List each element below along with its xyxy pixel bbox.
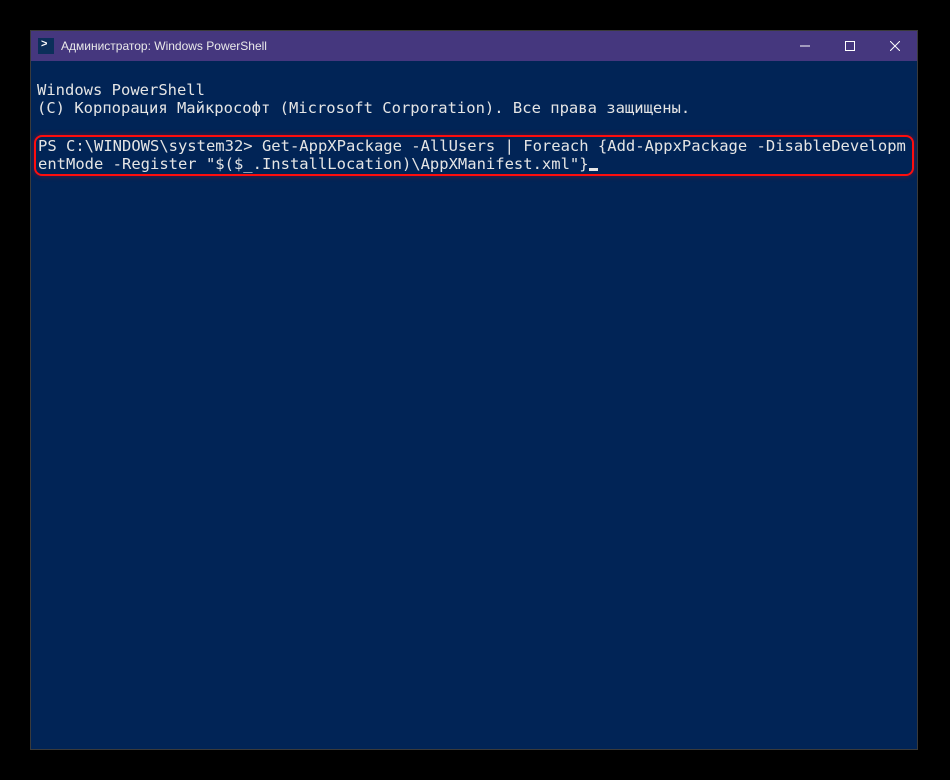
ps-copyright-line: (C) Корпорация Майкрософт (Microsoft Cor… bbox=[37, 99, 911, 117]
window-title: Администратор: Windows PowerShell bbox=[61, 39, 782, 53]
titlebar[interactable]: Администратор: Windows PowerShell bbox=[31, 31, 917, 61]
minimize-icon bbox=[800, 41, 810, 51]
maximize-button[interactable] bbox=[827, 31, 872, 61]
system-menu[interactable] bbox=[31, 38, 61, 54]
command-highlight: PS C:\WINDOWS\system32> Get-AppXPackage … bbox=[34, 135, 914, 176]
ps-header-line: Windows PowerShell bbox=[37, 81, 911, 99]
blank-line bbox=[37, 117, 911, 135]
desktop: Администратор: Windows PowerShell Window… bbox=[0, 0, 950, 780]
powershell-icon bbox=[38, 38, 54, 54]
close-icon bbox=[890, 41, 900, 51]
powershell-window: Администратор: Windows PowerShell Window… bbox=[30, 30, 918, 750]
prompt-text: PS C:\WINDOWS\system32> bbox=[38, 137, 262, 155]
close-button[interactable] bbox=[872, 31, 917, 61]
console-area[interactable]: Windows PowerShell(C) Корпорация Майкрос… bbox=[31, 61, 917, 749]
text-cursor bbox=[589, 168, 598, 171]
minimize-button[interactable] bbox=[782, 31, 827, 61]
maximize-icon bbox=[845, 41, 855, 51]
